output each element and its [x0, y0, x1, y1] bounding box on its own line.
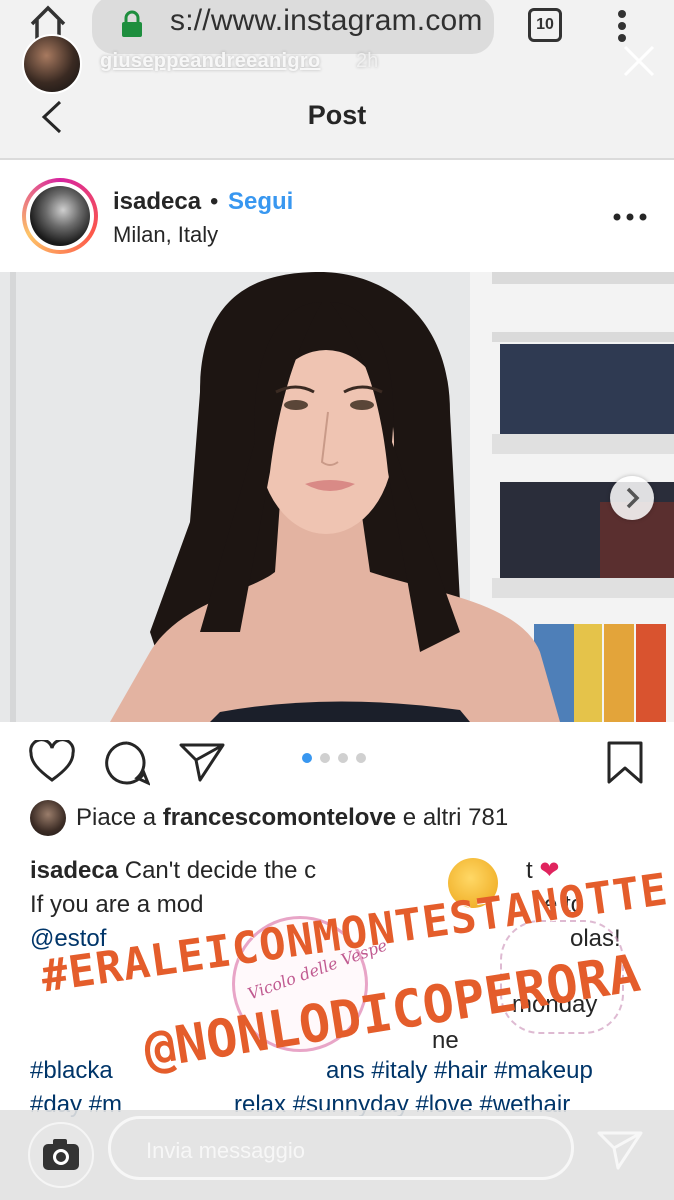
caption-text: Can't decide the c — [118, 857, 317, 884]
caption-text: t — [526, 857, 533, 884]
follow-button[interactable]: Segui — [228, 188, 293, 216]
url-prefix: s:// — [170, 4, 211, 37]
post-header: isadeca • Segui Milan, Italy — [0, 160, 674, 272]
separator-dot: • — [210, 188, 219, 215]
next-photo-button[interactable] — [610, 476, 654, 520]
camera-icon — [43, 1139, 79, 1170]
story-time: 2h — [356, 50, 379, 72]
story-username[interactable]: giuseppeandreeanigro — [100, 50, 321, 73]
caption-hashtags[interactable]: #blacka — [30, 1054, 113, 1088]
tabs-count-button[interactable]: 10 — [528, 8, 562, 42]
story-avatar[interactable] — [22, 34, 82, 94]
chevron-right-icon — [626, 487, 640, 509]
post-location[interactable]: Milan, Italy — [113, 222, 218, 248]
carousel-dot — [356, 753, 366, 763]
url-text[interactable]: s://www.instagram.com — [170, 4, 483, 38]
caption-line: isadeca Can't decide the c — [30, 854, 316, 888]
caption-line: If you are a mod — [30, 891, 204, 918]
share-icon[interactable] — [178, 740, 226, 784]
url-domain: www.instagram.com — [210, 4, 483, 37]
close-icon[interactable] — [622, 44, 656, 78]
post-photo[interactable] — [0, 272, 674, 722]
carousel-indicator — [302, 750, 374, 763]
comment-icon[interactable] — [104, 740, 150, 786]
camera-button[interactable] — [28, 1122, 94, 1188]
likes-suffix: e altri 781 — [396, 804, 509, 831]
likes-summary[interactable]: Piace a francescomontelove e altri 781 — [76, 804, 508, 832]
likes-avatar[interactable] — [30, 800, 66, 836]
carousel-dot — [320, 753, 330, 763]
caption-hashtags[interactable]: ans #italy #hair #makeup — [326, 1054, 593, 1088]
avatar-image — [30, 186, 90, 246]
avatar-border — [26, 182, 94, 250]
page-title: Post — [307, 100, 367, 130]
carousel-dot-active — [302, 753, 312, 763]
post-actions — [0, 722, 674, 806]
caption-username[interactable]: isadeca — [30, 857, 118, 884]
browser-menu-icon[interactable] — [612, 6, 632, 46]
like-heart-icon[interactable] — [28, 740, 76, 784]
browser-bar: s://www.instagram.com 10 giuseppeandreea… — [0, 0, 674, 160]
more-options-icon[interactable] — [612, 212, 648, 222]
carousel-dot — [338, 753, 348, 763]
post-username[interactable]: isadeca — [113, 188, 201, 216]
send-message-placeholder: Invia messaggio — [146, 1138, 305, 1163]
bookmark-icon[interactable] — [606, 740, 644, 786]
post-avatar[interactable] — [22, 178, 98, 254]
likes-prefix: Piace a — [76, 804, 163, 831]
likes-user[interactable]: francescomontelove — [163, 804, 396, 831]
lock-icon — [122, 10, 142, 37]
photo-illustration — [0, 272, 674, 722]
send-paper-plane-icon[interactable] — [596, 1128, 644, 1172]
